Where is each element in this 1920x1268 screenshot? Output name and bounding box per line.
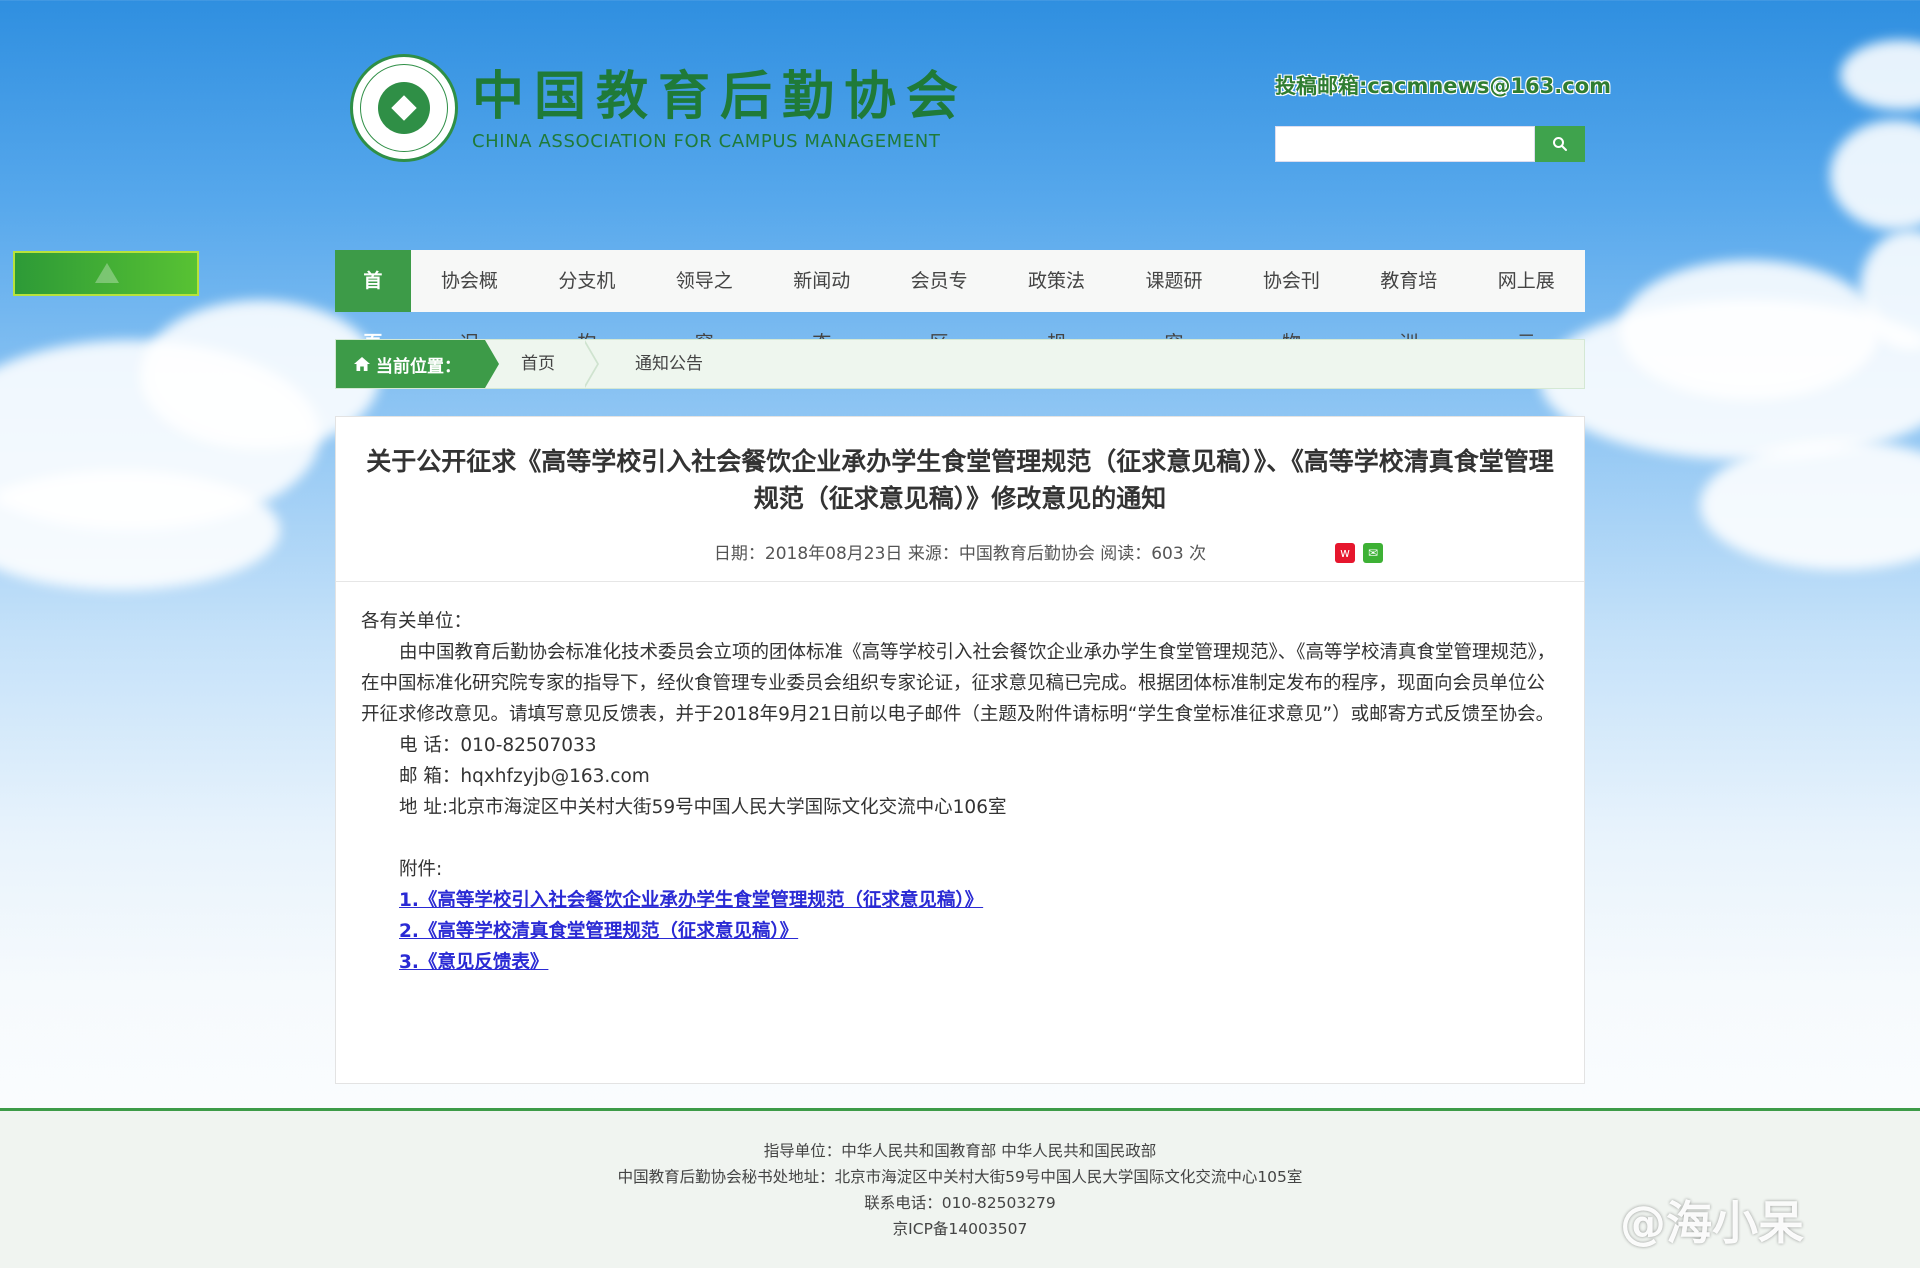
submission-email: 投稿邮箱:cacmnews@163.com xyxy=(1275,74,1612,98)
article-meta-text: 日期：2018年08月23日 来源：中国教育后勤协会 阅读：603 次 xyxy=(713,544,1207,564)
org-name-en: CHINA ASSOCIATION FOR CAMPUS MANAGEMENT xyxy=(472,130,941,152)
attachment-link-1[interactable]: 1.《高等学校引入社会餐饮企业承办学生食堂管理规范（征求意见稿）》 xyxy=(399,890,983,911)
article-meta: 日期：2018年08月23日 来源：中国教育后勤协会 阅读：603 次 w ✉ xyxy=(336,541,1584,567)
weibo-icon[interactable]: w xyxy=(1335,543,1355,563)
breadcrumb-label-text: 当前位置： xyxy=(376,356,461,377)
nav-item-exhibition[interactable]: 网上展示 xyxy=(1468,250,1585,354)
cloud-decoration xyxy=(1840,40,1920,110)
salutation: 各有关单位： xyxy=(361,611,473,632)
breadcrumb-home[interactable]: 首页 xyxy=(485,340,585,388)
nav-item-members[interactable]: 会员专区 xyxy=(880,250,997,354)
article-panel: 关于公开征求《高等学校引入社会餐饮企业承办学生食堂管理规范（征求意见稿）》、《高… xyxy=(335,416,1585,1084)
nav-item-publications[interactable]: 协会刊物 xyxy=(1233,250,1350,354)
breadcrumb-notices[interactable]: 通知公告 xyxy=(599,340,733,388)
attachment-link-3[interactable]: 3.《意见反馈表》 xyxy=(399,952,548,973)
main-nav: 首页 协会概况 分支机构 领导之窗 新闻动态 会员专区 政策法规 课题研究 协会… xyxy=(335,250,1585,354)
cloud-decoration xyxy=(1830,120,1920,230)
search-bar xyxy=(1275,126,1585,162)
nav-item-branches[interactable]: 分支机构 xyxy=(528,250,645,354)
nav-item-research[interactable]: 课题研究 xyxy=(1115,250,1232,354)
org-name-cn: 中国教育后勤协会 xyxy=(472,65,969,127)
wechat-icon[interactable]: ✉ xyxy=(1363,543,1383,563)
attachment-link-2[interactable]: 2.《高等学校清真食堂管理规范（征求意见稿）》 xyxy=(399,921,798,942)
home-icon xyxy=(354,357,370,371)
main-paragraph: 由中国教育后勤协会标准化技术委员会立项的团体标准《高等学校引入社会餐饮企业承办学… xyxy=(361,642,1556,725)
search-icon xyxy=(1553,137,1567,151)
nav-item-leadership[interactable]: 领导之窗 xyxy=(646,250,763,354)
breadcrumb-label: 当前位置： xyxy=(336,340,499,388)
site-logo[interactable]: 中国教育后勤协会 CHINA ASSOCIATION FOR CAMPUS MA… xyxy=(350,54,968,162)
nav-item-home[interactable]: 首页 xyxy=(335,250,411,354)
nav-item-news[interactable]: 新闻动态 xyxy=(763,250,880,354)
search-button[interactable] xyxy=(1535,126,1585,162)
contact-email: 邮 箱：hqxhfzyjb@163.com xyxy=(399,766,650,787)
search-input[interactable] xyxy=(1275,126,1535,162)
contact-address: 地 址:北京市海淀区中关村大街59号中国人民大学国际文化交流中心106室 xyxy=(399,797,1007,818)
breadcrumb-separator xyxy=(583,340,599,388)
cloud-decoration xyxy=(1620,260,1880,400)
side-banner[interactable] xyxy=(13,251,199,296)
footer-sponsors: 指导单位：中华人民共和国教育部 中华人民共和国民政部 xyxy=(763,1142,1157,1160)
contact-phone: 电 话：010-82507033 xyxy=(399,735,597,756)
nav-item-policy[interactable]: 政策法规 xyxy=(998,250,1115,354)
emblem-icon xyxy=(350,54,458,162)
share-bar: w ✉ xyxy=(1335,543,1383,563)
article-title: 关于公开征求《高等学校引入社会餐饮企业承办学生食堂管理规范（征求意见稿）》、《高… xyxy=(366,447,1554,513)
nav-item-about[interactable]: 协会概况 xyxy=(411,250,528,354)
watermark: @海小呆 xyxy=(1620,1196,1804,1250)
breadcrumb: 当前位置： 首页 通知公告 xyxy=(335,339,1585,389)
article-body: 各有关单位： 由中国教育后勤协会标准化技术委员会立项的团体标准《高等学校引入社会… xyxy=(336,582,1584,978)
attachments-label: 附件: xyxy=(399,859,443,880)
nav-item-training[interactable]: 教育培训 xyxy=(1350,250,1467,354)
